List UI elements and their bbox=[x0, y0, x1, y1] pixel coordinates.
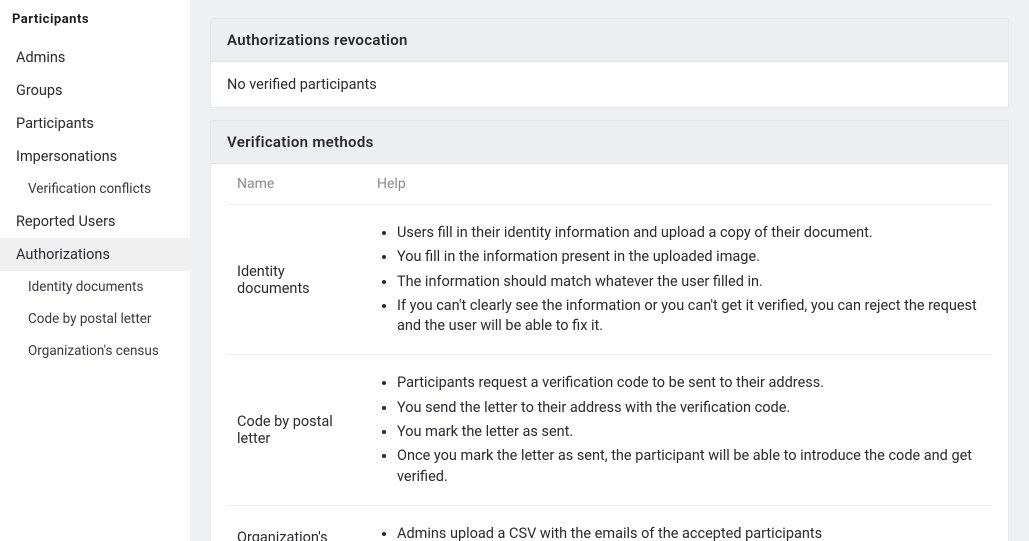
sidebar-item-label: Authorizations bbox=[16, 246, 110, 263]
method-help-item: The information should match whatever th… bbox=[397, 272, 982, 292]
method-help-item: Participants request a verification code… bbox=[397, 373, 982, 393]
sidebar-item-participants[interactable]: Participants bbox=[0, 107, 190, 140]
col-name: Name bbox=[227, 164, 367, 205]
sidebar: Participants Admins Groups Participants Imp… bbox=[0, 0, 190, 541]
sidebar-item-admins[interactable]: Admins bbox=[0, 41, 190, 74]
main-content: Authorizations revocation No verified pa… bbox=[190, 0, 1029, 541]
method-help: Users fill in their identity information… bbox=[367, 205, 992, 355]
method-help-item: You send the letter to their address wit… bbox=[397, 398, 982, 418]
sidebar-item-identity-documents[interactable]: Identity documents bbox=[0, 271, 190, 303]
sidebar-heading: Participants bbox=[0, 8, 190, 41]
sidebar-item-label: Admins bbox=[16, 49, 65, 66]
method-name: Code by postal letter bbox=[227, 355, 367, 505]
table-row: Identity documents Users fill in their id… bbox=[227, 205, 992, 355]
table-row: Organization's census Admins upload a CSV… bbox=[227, 505, 992, 541]
sidebar-item-impersonations[interactable]: Impersonations bbox=[0, 140, 190, 173]
revocation-body: No verified participants bbox=[211, 62, 1008, 107]
method-name: Identity documents bbox=[227, 205, 367, 355]
method-help-list: Users fill in their identity information… bbox=[377, 223, 982, 336]
sidebar-item-organization-s-census[interactable]: Organization's census bbox=[0, 335, 190, 367]
sidebar-item-label: Verification conflicts bbox=[28, 181, 151, 197]
method-help-item: If you can't clearly see the information… bbox=[397, 296, 982, 337]
sidebar-item-code-by-postal-letter[interactable]: Code by postal letter bbox=[0, 303, 190, 335]
sidebar-item-label: Groups bbox=[16, 82, 63, 99]
methods-title: Verification methods bbox=[211, 121, 1008, 164]
method-help: Participants request a verification code… bbox=[367, 355, 992, 505]
sidebar-item-authorizations[interactable]: Authorizations bbox=[0, 238, 190, 271]
table-row: Code by postal letter Participants reques… bbox=[227, 355, 992, 505]
sidebar-item-label: Code by postal letter bbox=[28, 311, 152, 327]
methods-panel: Verification methods Name Help Identity … bbox=[210, 120, 1009, 541]
sidebar-item-label: Participants bbox=[16, 115, 94, 132]
col-help: Help bbox=[367, 164, 992, 205]
sidebar-item-label: Impersonations bbox=[16, 148, 117, 165]
sidebar-item-label: Reported Users bbox=[16, 213, 115, 230]
method-help-list: Participants request a verification code… bbox=[377, 373, 982, 486]
method-help-item: Once you mark the letter as sent, the pa… bbox=[397, 446, 982, 487]
sidebar-item-groups[interactable]: Groups bbox=[0, 74, 190, 107]
method-help: Admins upload a CSV with the emails of t… bbox=[367, 505, 992, 541]
sidebar-item-verification-conflicts[interactable]: Verification conflicts bbox=[0, 173, 190, 205]
revocation-title: Authorizations revocation bbox=[211, 19, 1008, 62]
method-name: Organization's census bbox=[227, 505, 367, 541]
sidebar-item-label: Organization's census bbox=[28, 343, 159, 359]
method-help-item: You mark the letter as sent. bbox=[397, 422, 982, 442]
method-help-item: Admins upload a CSV with the emails of t… bbox=[397, 524, 982, 541]
sidebar-item-label: Identity documents bbox=[28, 279, 143, 295]
method-help-item: You fill in the information present in t… bbox=[397, 247, 982, 267]
method-help-list: Admins upload a CSV with the emails of t… bbox=[377, 524, 982, 541]
methods-table: Name Help Identity documents Users fill i… bbox=[227, 164, 992, 541]
method-help-item: Users fill in their identity information… bbox=[397, 223, 982, 243]
sidebar-item-reported-users[interactable]: Reported Users bbox=[0, 205, 190, 238]
revocation-panel: Authorizations revocation No verified pa… bbox=[210, 18, 1009, 108]
